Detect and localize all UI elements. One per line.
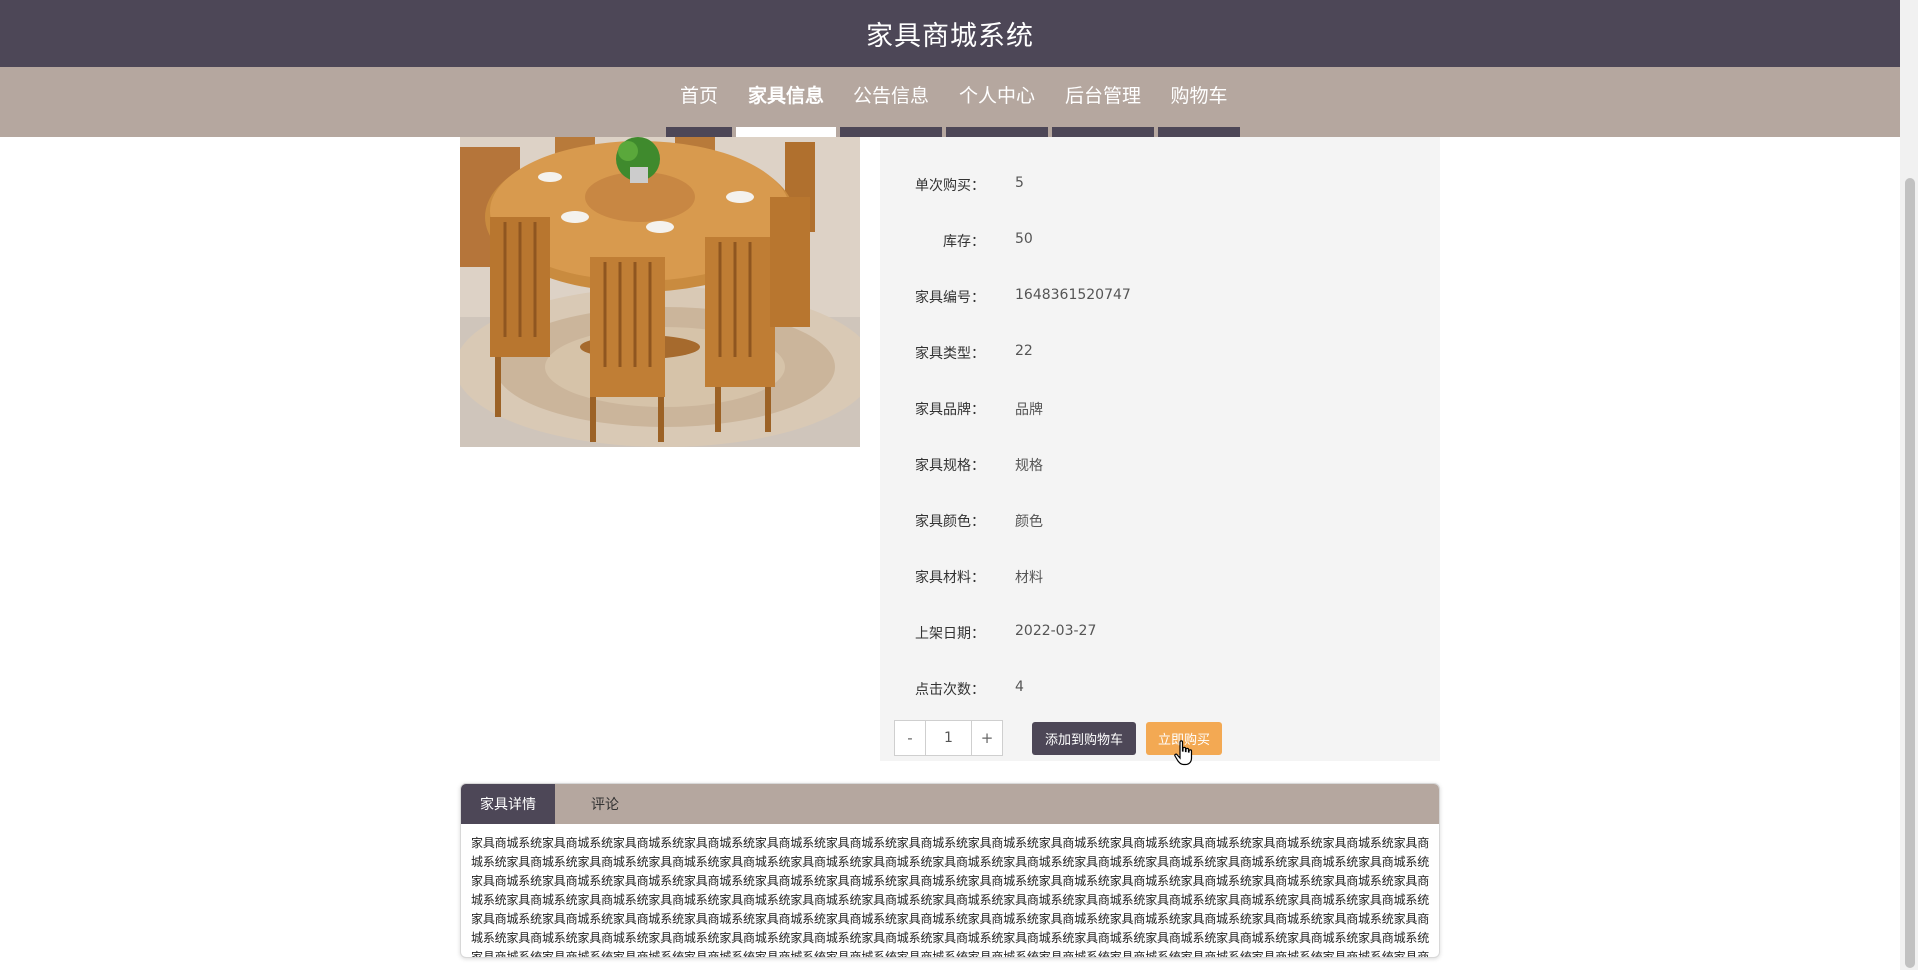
nav-list: 首页 家具信息 公告信息 个人中心 后台管理 购物车 — [664, 67, 1242, 137]
tab-comments[interactable]: 评论 — [555, 784, 655, 824]
detail-label: 家具颜色： — [915, 514, 985, 530]
detail-row: 上架日期： 2022-03-27 — [880, 623, 1440, 643]
detail-row: 家具材料： 材料 — [880, 567, 1440, 587]
detail-value: 1648361520747 — [1015, 287, 1131, 303]
product-image — [460, 137, 860, 447]
nav-item-notices[interactable]: 公告信息 — [838, 67, 944, 137]
nav-item-furniture[interactable]: 家具信息 — [734, 67, 838, 137]
nav-label[interactable]: 家具信息 — [734, 67, 838, 125]
detail-row: 点击次数： 4 — [880, 679, 1440, 699]
nav-underline — [1052, 127, 1154, 137]
product-info-panel: 单次购买： 5 库存： 50 家具编号： 1648361520747 家具类型： 22 … — [880, 137, 1440, 766]
nav-item-cart[interactable]: 购物车 — [1156, 67, 1242, 137]
nav-underline — [666, 127, 732, 137]
detail-label: 家具材料： — [915, 570, 985, 586]
nav-label[interactable]: 首页 — [664, 67, 734, 125]
detail-label: 上架日期： — [915, 626, 985, 642]
nav-label[interactable]: 公告信息 — [838, 67, 944, 125]
nav-item-home[interactable]: 首页 — [664, 67, 734, 137]
tab-bar: 家具详情 评论 — [461, 784, 1439, 824]
nav-underline — [1158, 127, 1240, 137]
vertical-scrollbar[interactable] — [1900, 0, 1918, 970]
site-title: 家具商城系统 — [866, 21, 1034, 52]
detail-value: 4 — [1015, 679, 1024, 695]
detail-row: 库存： 50 — [880, 231, 1440, 251]
tab-details[interactable]: 家具详情 — [461, 784, 555, 824]
product-tabs: 家具详情 评论 家具商城系统家具商城系统家具商城系统家具商城系统家具商城系统家具… — [460, 783, 1440, 958]
detail-value: 5 — [1015, 175, 1024, 191]
detail-label: 点击次数： — [915, 682, 985, 698]
detail-row: 家具颜色： 颜色 — [880, 511, 1440, 531]
detail-value: 2022-03-27 — [1015, 623, 1097, 639]
detail-row: 单次购买： 5 — [880, 175, 1440, 195]
detail-value: 50 — [1015, 231, 1033, 247]
product-photo-dining-set — [460, 137, 860, 447]
add-to-cart-button[interactable]: 添加到购物车 — [1032, 722, 1136, 755]
detail-label: 单次购买： — [915, 178, 985, 194]
detail-value: 规格 — [1015, 458, 1043, 474]
page: 家具商城系统 首页 家具信息 公告信息 个人中心 后台管理 购物车 单次购买： … — [0, 0, 1918, 970]
main-nav: 首页 家具信息 公告信息 个人中心 后台管理 购物车 — [0, 67, 1900, 137]
detail-row: 家具规格： 规格 — [880, 455, 1440, 475]
nav-label[interactable]: 个人中心 — [944, 67, 1050, 125]
detail-row: 家具品牌： 品牌 — [880, 399, 1440, 419]
site-header: 家具商城系统 — [0, 0, 1900, 67]
nav-label[interactable]: 购物车 — [1156, 67, 1242, 125]
detail-label: 家具类型： — [915, 346, 985, 362]
detail-label: 家具品牌： — [915, 402, 985, 418]
quantity-input[interactable]: 1 — [926, 720, 971, 756]
tab-content: 家具商城系统家具商城系统家具商城系统家具商城系统家具商城系统家具商城系统家具商城… — [471, 836, 1429, 958]
scrollbar-thumb[interactable] — [1905, 178, 1915, 968]
nav-item-profile[interactable]: 个人中心 — [944, 67, 1050, 137]
nav-underline — [946, 127, 1048, 137]
detail-value: 材料 — [1015, 570, 1043, 586]
quantity-stepper: - 1 + — [894, 720, 1003, 756]
decrement-button[interactable]: - — [894, 720, 926, 756]
detail-value: 颜色 — [1015, 514, 1043, 530]
increment-button[interactable]: + — [971, 720, 1003, 756]
detail-row: 家具编号： 1648361520747 — [880, 287, 1440, 307]
detail-label: 家具规格： — [915, 458, 985, 474]
detail-value: 品牌 — [1015, 402, 1043, 418]
nav-label[interactable]: 后台管理 — [1050, 67, 1156, 125]
nav-underline — [736, 127, 836, 137]
detail-label: 库存： — [943, 234, 985, 250]
detail-row: 家具类型： 22 — [880, 343, 1440, 363]
detail-label: 家具编号： — [915, 290, 985, 306]
detail-value: 22 — [1015, 343, 1033, 359]
nav-underline — [840, 127, 942, 137]
hand-pointer-icon — [1174, 740, 1193, 766]
nav-item-admin[interactable]: 后台管理 — [1050, 67, 1156, 137]
